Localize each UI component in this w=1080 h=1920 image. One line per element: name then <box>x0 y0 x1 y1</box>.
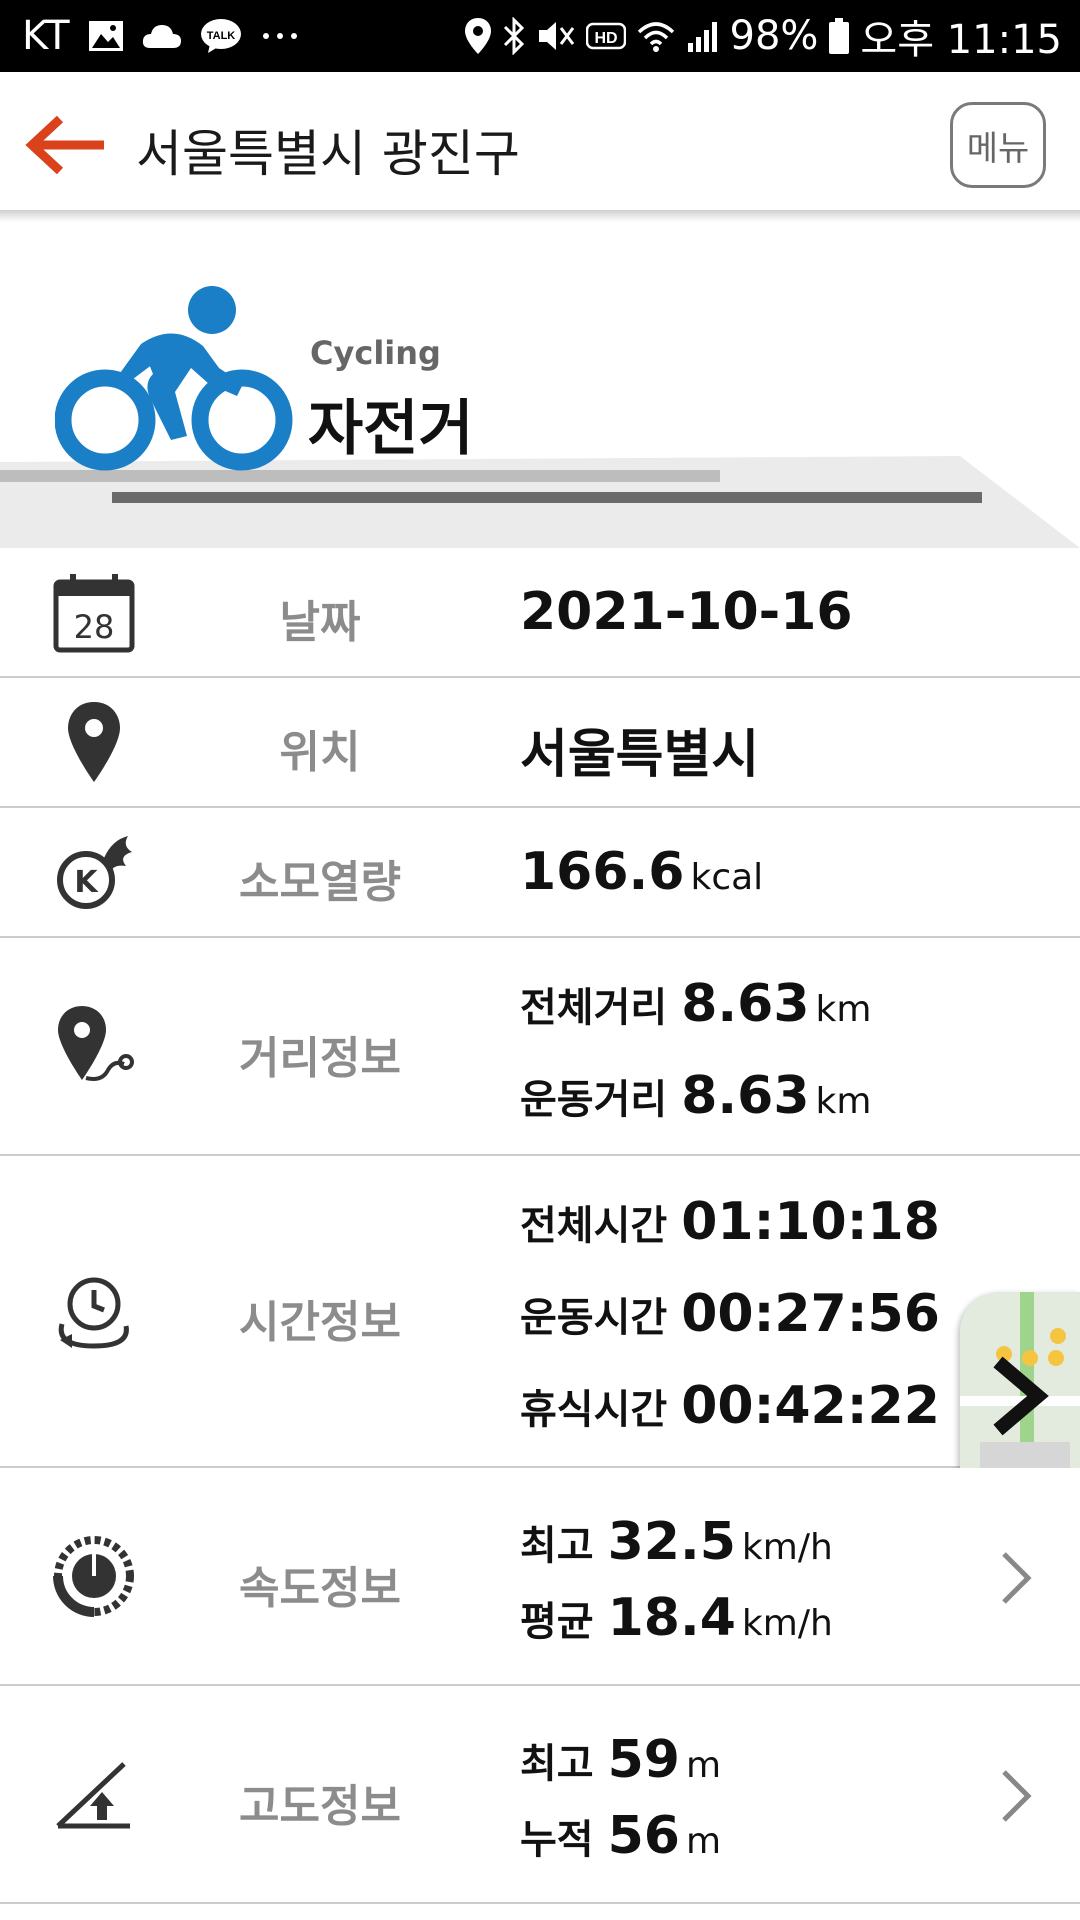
back-button[interactable] <box>20 110 110 180</box>
cum-altitude-value: 56 <box>607 1806 680 1866</box>
moving-time-label: 운동시간 <box>520 1295 668 1341</box>
altitude-label: 고도정보 <box>239 1781 401 1832</box>
calendar-icon: 28 <box>53 574 135 653</box>
max-speed-unit: km/h <box>741 1527 833 1568</box>
chevron-right-icon <box>1002 1770 1032 1822</box>
cycling-icon <box>55 286 293 471</box>
activity-name-ko: 자전거 <box>308 394 474 464</box>
speed-row[interactable]: 속도정보 최고 32.5 km/h 평균 18.4 km/h <box>0 1468 1080 1686</box>
calories-label: 소모열량 <box>239 857 401 908</box>
activity-hero: Cycling 자전거 <box>0 222 1080 548</box>
distance-row: 거리정보 전체거리 8.63 km 운동거리 8.63 km <box>0 938 1080 1156</box>
max-altitude-unit: m <box>685 1745 722 1786</box>
status-bar: KT TALK HD 98% 오후 11:15 <box>0 0 1080 72</box>
max-speed: 최고 32.5 km/h <box>520 1512 833 1572</box>
date-row: 28 날짜 2021-10-16 <box>0 548 1080 678</box>
moving-distance-unit: km <box>815 1081 872 1122</box>
max-altitude-value: 59 <box>607 1730 680 1790</box>
arrow-left-icon <box>25 115 104 175</box>
date-value: 2021-10-16 <box>520 582 853 642</box>
max-speed-value: 32.5 <box>607 1512 736 1572</box>
total-distance-label: 전체거리 <box>520 985 668 1031</box>
battery-percent: 98% <box>729 13 819 59</box>
location-value: 서울특별시 <box>520 725 760 785</box>
total-time-value: 01:10:18 <box>681 1192 940 1252</box>
calorie-fire-icon: K <box>57 836 132 909</box>
time-clock-icon <box>58 1277 129 1349</box>
distance-label: 거리정보 <box>239 1033 401 1084</box>
calories-row: K 소모열량 166.6 kcal <box>0 808 1080 938</box>
menu-button[interactable]: 메뉴 <box>950 102 1046 188</box>
calories-value: 166.6 <box>520 842 685 902</box>
clock: 오후 11:15 <box>860 17 1062 63</box>
location-icon <box>464 17 492 55</box>
talk-icon: TALK <box>200 18 242 54</box>
moving-time-value: 00:27:56 <box>681 1284 940 1344</box>
rest-time-value: 00:42:22 <box>681 1376 940 1436</box>
cloud-icon <box>142 22 182 50</box>
bluetooth-icon <box>502 17 526 55</box>
speedometer-icon <box>53 1536 134 1617</box>
time-label: 시간정보 <box>239 1297 401 1348</box>
map-pin-icon <box>68 702 120 782</box>
activity-name-en: Cycling <box>310 334 441 372</box>
total-distance-value: 8.63 <box>681 974 810 1034</box>
max-altitude: 최고 59 m <box>520 1730 721 1790</box>
avg-speed-label: 평균 <box>520 1599 594 1645</box>
location-row: 위치 서울특별시 <box>0 678 1080 808</box>
avg-speed-value: 18.4 <box>607 1588 736 1648</box>
altitude-row[interactable]: 고도정보 최고 59 m 누적 56 m <box>0 1686 1080 1904</box>
cum-altitude: 누적 56 m <box>520 1806 721 1866</box>
signal-icon <box>686 19 720 53</box>
total-time-label: 전체시간 <box>520 1203 668 1249</box>
avg-speed-unit: km/h <box>741 1603 833 1644</box>
app-bar: 서울특별시 광진구 메뉴 <box>0 72 1080 214</box>
app-bar-shadow <box>0 210 1080 222</box>
mute-icon <box>536 18 576 54</box>
more-icon <box>260 30 300 42</box>
time-row: 시간정보 전체시간 01:10:18 운동시간 00:27:56 휴식시간 00:42… <box>0 1156 1080 1468</box>
max-speed-label: 최고 <box>520 1523 594 1569</box>
carrier-label: KT <box>22 13 70 59</box>
avg-speed: 평균 18.4 km/h <box>520 1588 833 1648</box>
page-title: 서울특별시 광진구 <box>136 125 520 183</box>
chevron-right-icon <box>1002 1552 1032 1604</box>
location-label: 위치 <box>279 727 361 778</box>
speed-label: 속도정보 <box>239 1563 401 1614</box>
total-distance: 전체거리 8.63 km <box>520 974 871 1034</box>
calories-unit: kcal <box>690 857 764 898</box>
moving-distance-value: 8.63 <box>681 1066 810 1126</box>
moving-distance: 운동거리 8.63 km <box>520 1066 871 1126</box>
battery-icon <box>828 17 850 55</box>
altitude-icon <box>56 1762 130 1829</box>
total-time: 전체시간 01:10:18 <box>520 1192 940 1252</box>
hd-icon: HD <box>585 21 626 51</box>
cum-altitude-unit: m <box>685 1821 722 1862</box>
rest-time: 휴식시간 00:42:22 <box>520 1376 940 1436</box>
wifi-icon <box>636 18 676 54</box>
cum-altitude-label: 누적 <box>520 1817 594 1863</box>
calendar-day: 28 <box>74 608 115 646</box>
svg-text:HD: HD <box>594 30 617 47</box>
total-distance-unit: km <box>815 989 872 1030</box>
svg-text:K: K <box>74 865 99 900</box>
svg-text:TALK: TALK <box>206 30 235 42</box>
max-altitude-label: 최고 <box>520 1741 594 1787</box>
route-pin-icon <box>58 1006 134 1081</box>
gallery-icon <box>88 20 124 52</box>
moving-time: 운동시간 00:27:56 <box>520 1284 940 1344</box>
moving-distance-label: 운동거리 <box>520 1077 668 1123</box>
rest-time-label: 휴식시간 <box>520 1387 668 1433</box>
date-label: 날짜 <box>279 597 361 648</box>
